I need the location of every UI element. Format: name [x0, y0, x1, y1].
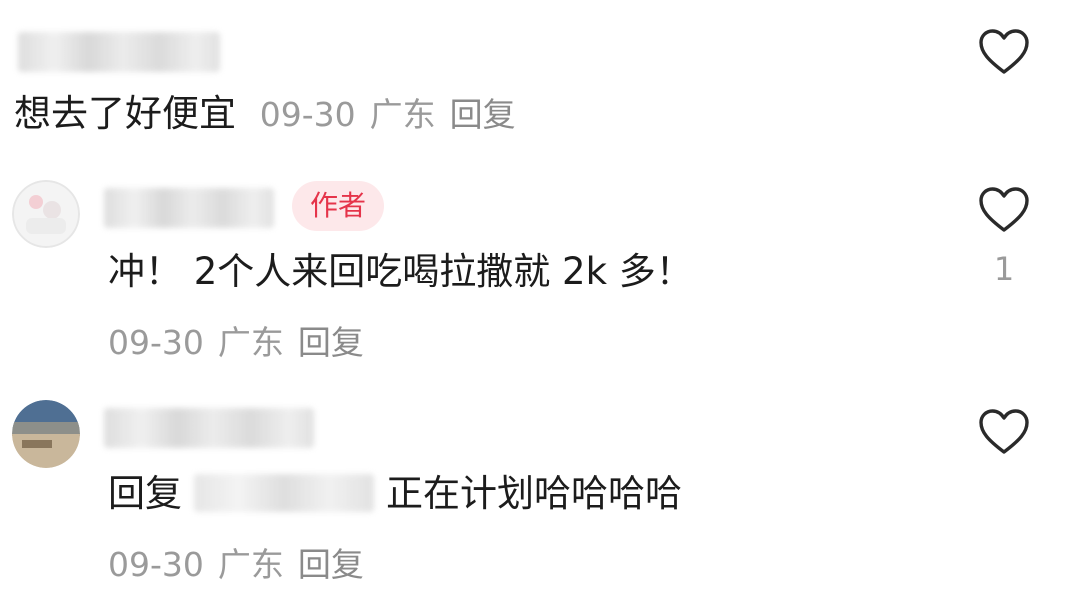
comment-text-row[interactable]: 回复 正在计划哈哈哈哈 [108, 470, 682, 518]
heart-icon [979, 409, 1029, 454]
comment-meta: 09-30 广东 回复 [108, 538, 364, 586]
mentioned-user-blurred[interactable] [194, 473, 374, 512]
reply-prefix: 回复 [108, 472, 182, 515]
comment-date: 09-30 [108, 545, 204, 584]
avatar-image [12, 400, 80, 468]
reply-button[interactable]: 回复 [298, 545, 364, 584]
avatar[interactable] [12, 400, 80, 468]
comment-location: 广东 [217, 545, 284, 584]
like-button[interactable] [978, 408, 1030, 456]
comment-text: 正在计划哈哈哈哈 [386, 472, 682, 515]
username-blurred[interactable] [104, 408, 314, 448]
comment-item-3: 回复 正在计划哈哈哈哈 09-30 广东 回复 [0, 0, 1080, 615]
